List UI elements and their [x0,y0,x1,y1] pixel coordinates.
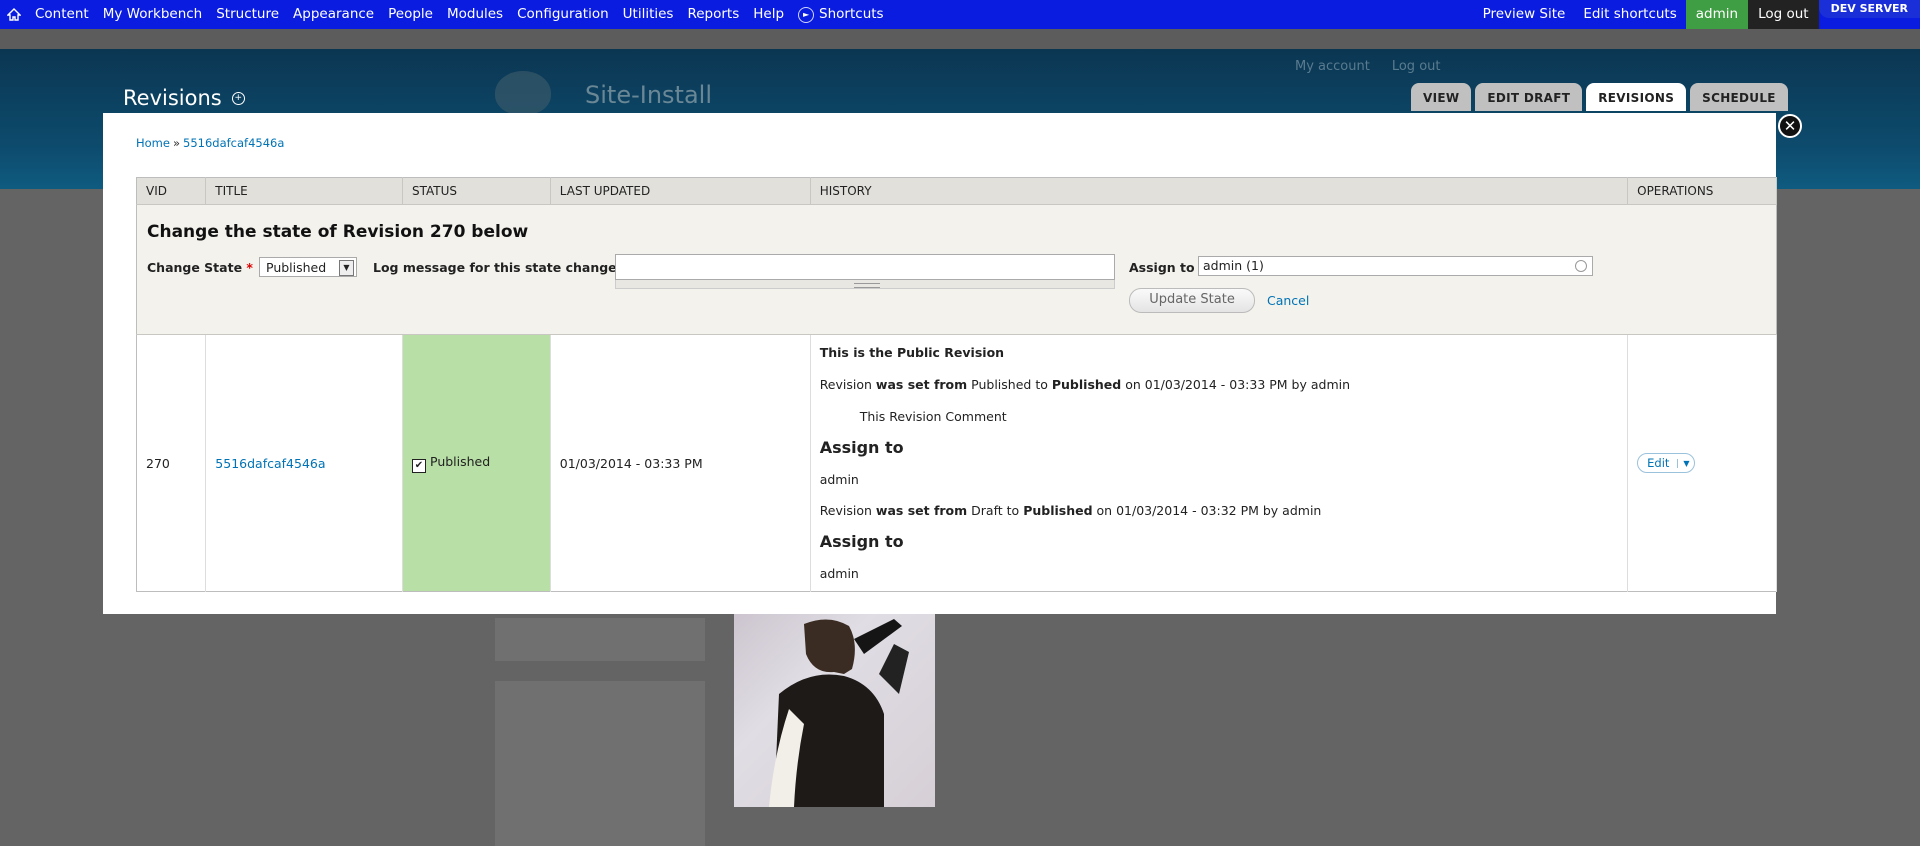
header-history: HISTORY [810,177,1629,205]
history-entry: Revision was set from Published to Publi… [819,377,1351,392]
toolbar-my-workbench[interactable]: My Workbench [96,0,210,29]
log-message-textarea[interactable] [615,254,1115,280]
breadcrumb-home[interactable]: Home [136,136,170,150]
required-marker: * [246,260,253,275]
sidebar-block [495,618,705,661]
my-account-link[interactable]: My account [1295,59,1370,74]
header-status: STATUS [402,177,551,205]
toolbar-help[interactable]: Help [746,0,791,29]
title-cell: 5516dafcaf4546a [205,334,403,592]
autocomplete-icon [1575,260,1587,272]
close-icon[interactable]: ✕ [1778,114,1802,138]
header-operations: OPERATIONS [1627,177,1777,205]
assigned-user: admin [819,472,859,487]
change-state-value: Published [266,260,327,275]
change-state-select[interactable]: Published ▼ [259,257,357,277]
toolbar-appearance[interactable]: Appearance [286,0,381,29]
primary-tabs: VIEW EDIT DRAFT REVISIONS SCHEDULE [1411,83,1788,111]
assigned-user: admin [819,566,859,581]
assign-to-label: Assign to [1129,260,1195,275]
header-title: TITLE [205,177,403,205]
log-message-label: Log message for this state change [373,260,617,275]
public-revision-note: This is the Public Revision [819,345,1005,360]
operations-cell: Edit ▼ [1627,334,1777,592]
table-row: 270 5516dafcaf4546a ✔ Published 01/03/201… [136,334,1777,592]
header-last-updated: LAST UPDATED [550,177,811,205]
breadcrumb-node[interactable]: 5516dafcaf4546a [183,136,284,150]
toolbar-content[interactable]: Content [28,0,96,29]
toolbar-utilities[interactable]: Utilities [616,0,681,29]
status-text: Published [430,453,491,469]
tab-edit-draft[interactable]: EDIT DRAFT [1475,83,1583,111]
breadcrumb: Home» 5516dafcaf4546a [136,136,284,150]
tab-schedule[interactable]: SCHEDULE [1690,83,1788,111]
shortcut-bar [0,29,1920,49]
last-updated-cell: 01/03/2014 - 03:33 PM [550,334,811,592]
header-vid: VID [136,177,207,205]
breadcrumb-separator: » [172,136,181,150]
toolbar-reports[interactable]: Reports [680,0,746,29]
status-cell: ✔ Published [402,334,551,592]
assign-to-value: admin (1) [1203,258,1264,273]
site-name: Site-Install [585,81,712,109]
checkbox-checked-icon: ✔ [412,458,426,473]
add-shortcut-icon[interactable]: + [231,91,245,105]
revisions-table: VID TITLE STATUS LAST UPDATED HISTORY OP… [136,177,1777,592]
sidebar-block [495,681,705,846]
vid-cell: 270 [136,334,207,592]
shortcuts-toggle-icon: ► [798,6,815,23]
history-cell: This is the Public Revision Revision was… [810,334,1629,592]
secondary-logout-link[interactable]: Log out [1392,59,1441,74]
secondary-menu: My account Log out [1295,59,1441,74]
history-entry: Revision was set from Draft to Published… [819,503,1322,518]
shortcuts-label: Shortcuts [819,6,884,22]
form-heading: Change the state of Revision 270 below [147,222,529,242]
toolbar-modules[interactable]: Modules [440,0,510,29]
preview-site-link[interactable]: Preview Site [1474,0,1575,29]
admin-toolbar: Content My Workbench Structure Appearanc… [0,0,1920,29]
home-icon[interactable] [0,0,28,29]
tab-revisions[interactable]: REVISIONS [1586,83,1687,111]
textarea-resize-handle[interactable] [615,280,1115,289]
tab-view[interactable]: VIEW [1411,83,1472,111]
update-state-button[interactable]: Update State [1129,288,1255,313]
edit-shortcuts-link[interactable]: Edit shortcuts [1574,0,1685,29]
dev-server-badge: DEV SERVER [1818,0,1920,18]
assign-to-input[interactable]: admin (1) [1198,256,1593,276]
change-state-form: Change the state of Revision 270 below C… [136,204,1777,335]
edit-button[interactable]: Edit ▼ [1637,453,1696,473]
cancel-link[interactable]: Cancel [1267,293,1309,308]
chevron-down-icon[interactable]: ▼ [1677,458,1694,468]
drupal-logo [495,71,551,115]
dropdown-arrow-icon: ▼ [339,260,354,276]
assign-to-heading: Assign to [819,438,904,457]
toolbar-shortcuts[interactable]: ► Shortcuts [791,0,891,29]
page-title: Revisions + [123,86,245,110]
toolbar-structure[interactable]: Structure [209,0,286,29]
revisions-modal: Home» 5516dafcaf4546a VID TITLE STATUS LA… [103,113,1777,614]
revision-comment: This Revision Comment [859,409,1007,424]
assign-to-heading: Assign to [819,532,904,551]
logout-link[interactable]: Log out [1748,0,1819,29]
node-image [734,614,935,807]
toolbar-people[interactable]: People [381,0,440,29]
user-account-link[interactable]: admin [1685,0,1749,29]
change-state-label: Change State * [147,260,253,275]
revision-title-link[interactable]: 5516dafcaf4546a [215,456,325,471]
toolbar-configuration[interactable]: Configuration [510,0,616,29]
